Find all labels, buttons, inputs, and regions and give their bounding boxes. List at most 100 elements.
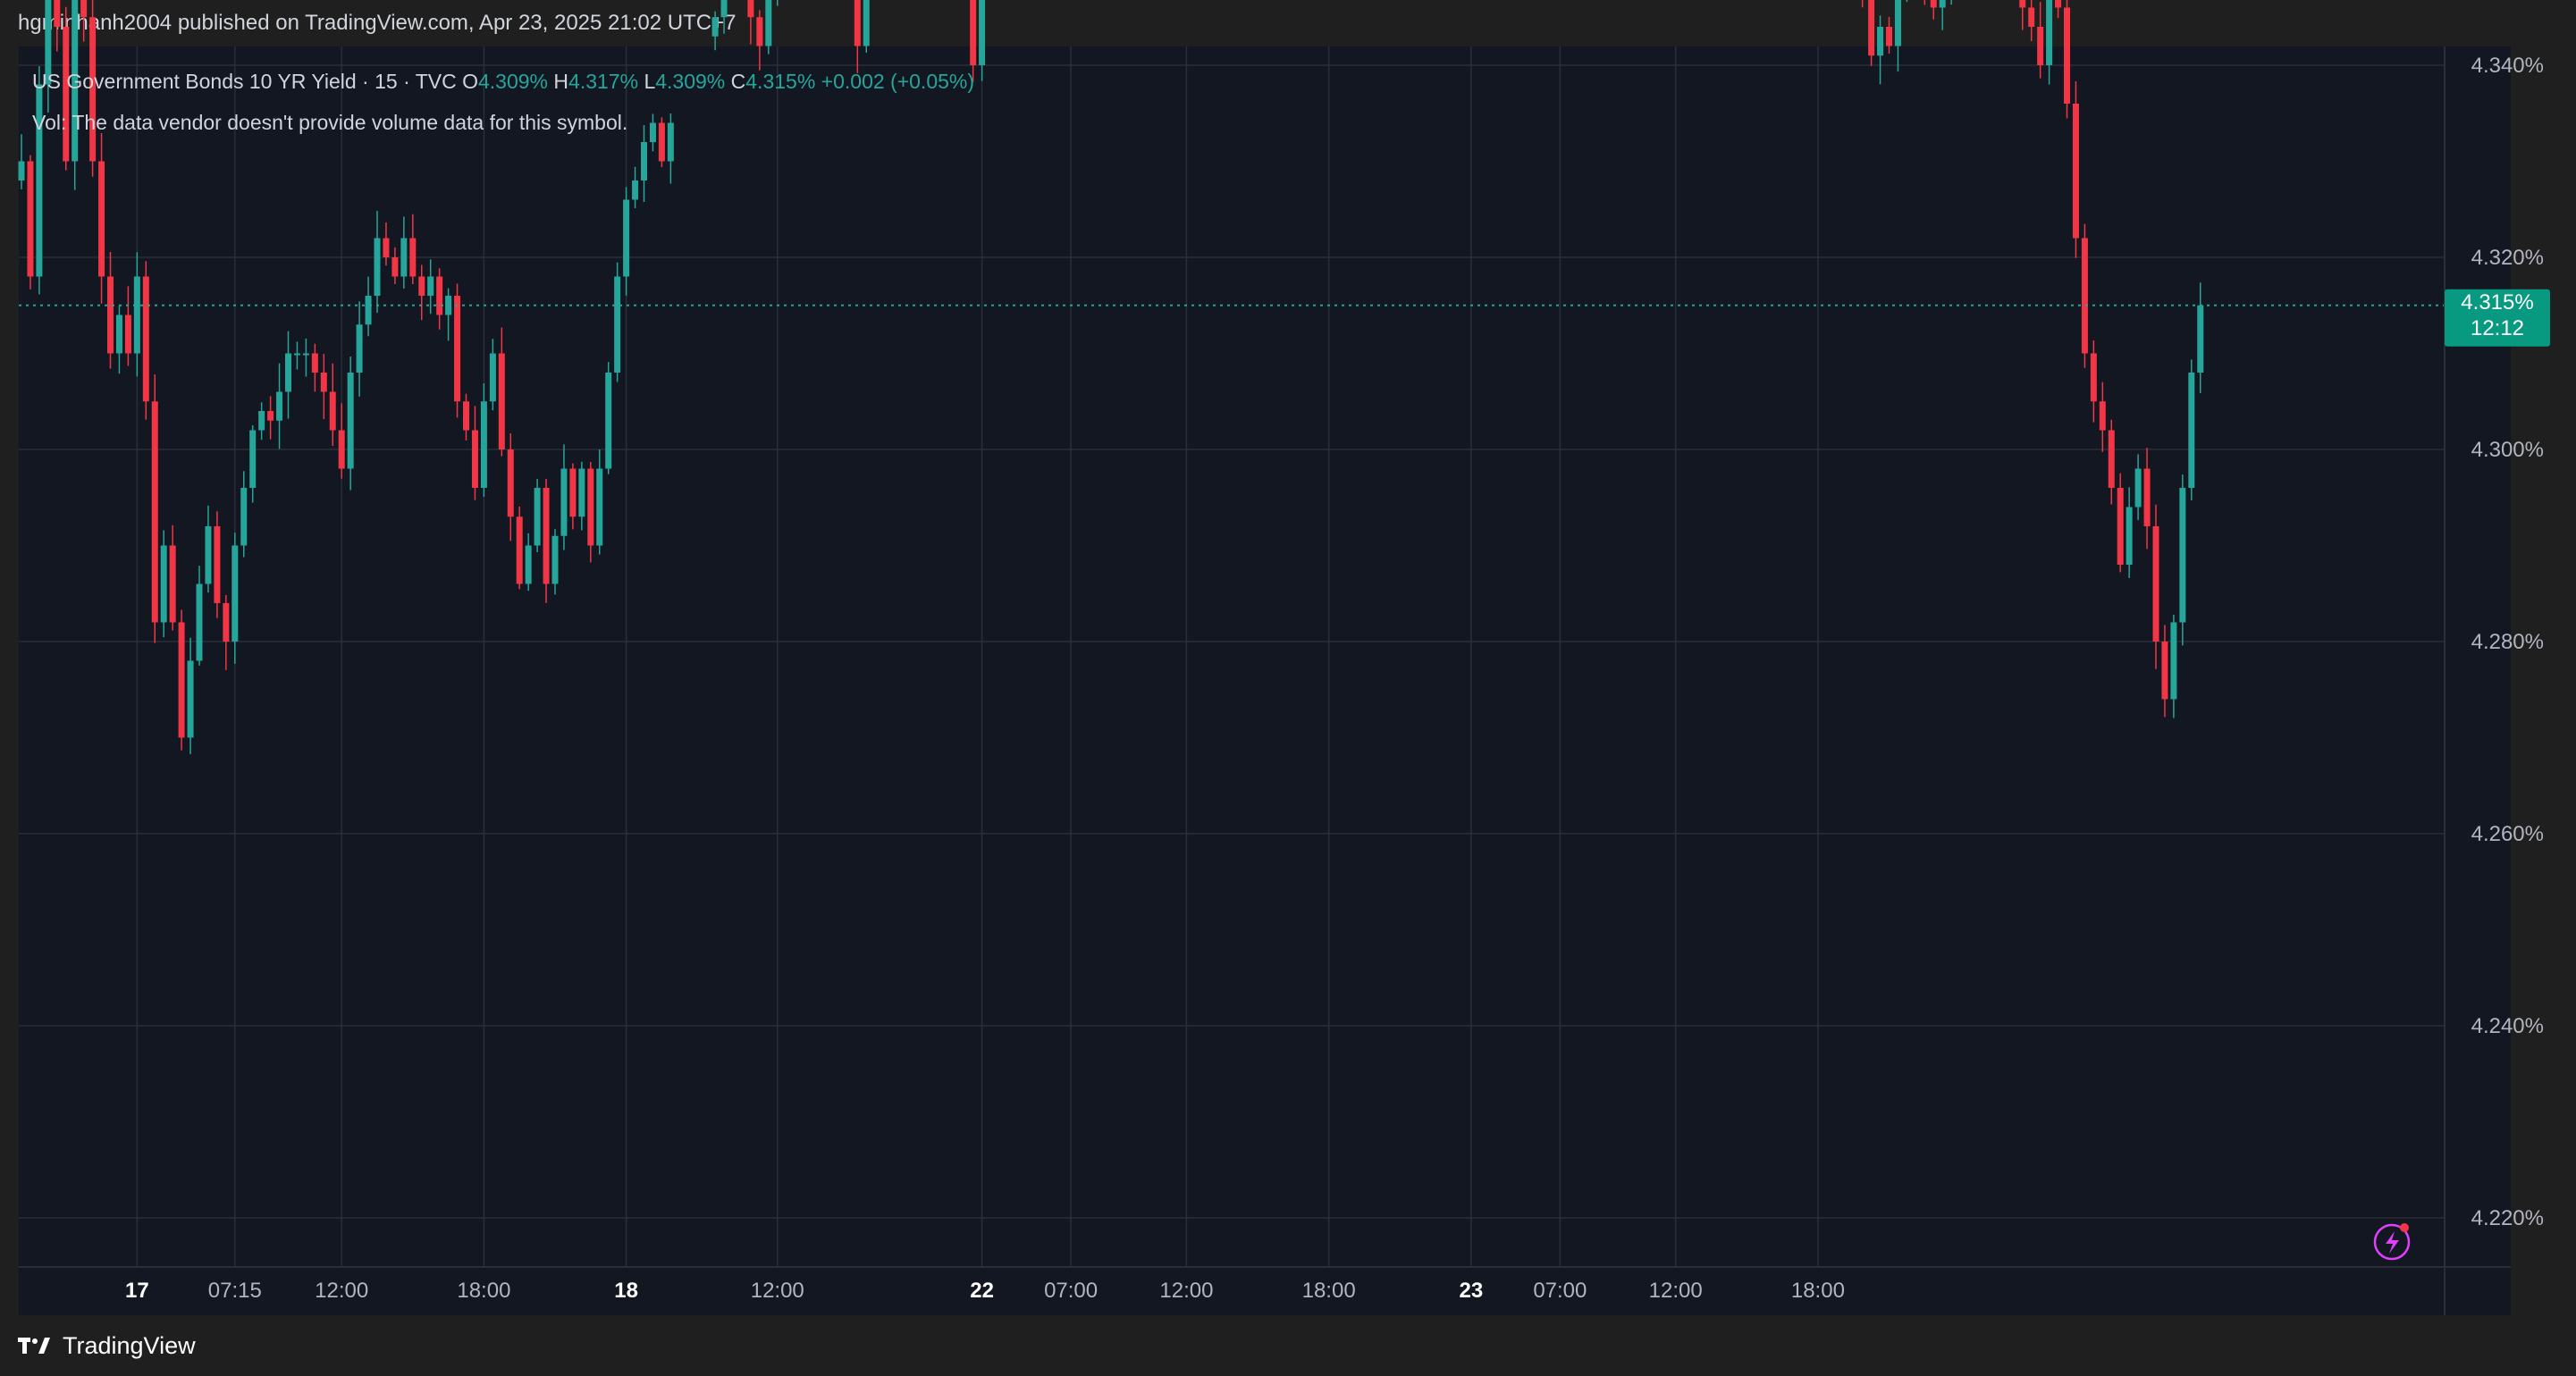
candle-body <box>400 238 408 277</box>
candle-body <box>596 468 603 546</box>
time-axis-tick-label: 07:00 <box>1533 1279 1587 1303</box>
candle-body <box>124 315 131 354</box>
chart-background <box>19 46 2511 1315</box>
candle-body <box>133 276 140 354</box>
candle <box>151 373 158 643</box>
candle-body <box>2028 7 2035 27</box>
candle-body <box>293 353 300 356</box>
legend-low-value: 4.309% <box>655 70 726 93</box>
candle-body <box>970 0 977 65</box>
price-chart[interactable]: 4.460%4.440%4.420%4.400%4.380%4.360%4.34… <box>0 0 2576 1376</box>
time-axis-tick-label: 23 <box>1459 1279 1483 1303</box>
candle <box>2117 473 2124 573</box>
candle-body <box>187 660 194 738</box>
candle-body <box>765 0 772 46</box>
candle-body <box>560 468 568 536</box>
candle-body <box>374 238 381 296</box>
candle-body <box>2055 0 2062 8</box>
candle-body <box>489 353 496 402</box>
candle <box>214 511 221 618</box>
candle-body <box>2161 642 2168 700</box>
candle <box>711 11 719 51</box>
candle <box>614 262 621 382</box>
candle <box>1939 0 1946 30</box>
candle-body <box>205 526 212 584</box>
candle-body <box>2188 373 2195 488</box>
candle-body <box>641 142 647 180</box>
candle <box>1924 0 1926 5</box>
legend-change: +0.002 (+0.05%) <box>821 70 975 93</box>
candle <box>516 506 523 590</box>
candle-body <box>2152 526 2159 642</box>
candle-body <box>2170 622 2177 700</box>
time-axis-tick-label: 12:00 <box>1649 1279 1703 1303</box>
candle-body <box>1886 27 1892 46</box>
price-axis-tick-label: 4.300% <box>2471 438 2544 462</box>
time-axis-tick-label: 07:00 <box>1044 1279 1098 1303</box>
candle-body <box>632 180 639 200</box>
candle <box>27 155 34 289</box>
legend-open-label: O <box>462 70 478 93</box>
candle-body <box>2197 305 2204 373</box>
price-axis-tick-label: 4.340% <box>2471 54 2544 78</box>
candle-body <box>756 17 763 46</box>
candle-body <box>534 488 541 546</box>
candle-body <box>267 411 274 421</box>
footer-brand[interactable]: TradingView <box>63 1332 196 1360</box>
candle-body <box>863 0 870 46</box>
candle-body <box>507 449 514 517</box>
candle <box>2019 0 2026 30</box>
candle-body <box>365 296 372 325</box>
candle-body <box>418 276 425 296</box>
time-axis-tick-label: 12:00 <box>751 1279 804 1303</box>
candle <box>54 0 61 52</box>
candle-body <box>525 545 532 584</box>
candle <box>720 0 728 34</box>
candle-body <box>18 161 25 180</box>
candle-body <box>587 468 594 546</box>
candle-body <box>409 238 417 277</box>
candle <box>2179 474 2186 646</box>
candle-body <box>454 296 461 402</box>
candle-body <box>276 391 283 421</box>
candle <box>605 362 612 474</box>
legend-high-label: H <box>553 70 569 93</box>
legend-symbol[interactable]: US Government Bonds 10 YR Yield · 15 · T… <box>32 70 457 93</box>
candle <box>534 478 541 552</box>
candle-body <box>320 373 327 392</box>
legend-volume-note: Vol: The data vendor doesn't provide vol… <box>32 111 628 134</box>
candle-body <box>2099 401 2106 431</box>
candle-body <box>623 199 630 277</box>
candle-body <box>383 238 390 257</box>
candle-body <box>223 603 230 642</box>
time-axis-tick-label: 12:00 <box>1159 1279 1213 1303</box>
candle-body <box>854 0 861 46</box>
candle-body <box>2126 507 2133 565</box>
candle-body <box>578 468 585 517</box>
legend-low-label: L <box>644 70 656 93</box>
legend-open-value: 4.309% <box>478 70 549 93</box>
tradingview-logo-icon[interactable] <box>18 1336 52 1355</box>
price-axis-tick-label: 4.220% <box>2471 1206 2544 1230</box>
candle-body <box>2134 468 2142 508</box>
price-tag-countdown: 12:12 <box>2471 316 2524 340</box>
candle-body <box>614 276 621 373</box>
candle <box>2055 0 2062 19</box>
candle-body <box>54 0 61 27</box>
candle-body <box>543 488 550 584</box>
candle <box>747 0 754 45</box>
candle-body <box>1939 0 1946 8</box>
candle <box>2028 0 2035 42</box>
candle <box>2081 223 2088 368</box>
time-axis-tick-label: 18:00 <box>1302 1279 1356 1303</box>
candle-body <box>338 430 345 469</box>
candle-body <box>27 161 34 277</box>
candle-body <box>1877 27 1884 56</box>
candle-body <box>80 0 88 18</box>
price-axis-tick-label: 4.320% <box>2471 246 2544 270</box>
candle-body <box>711 17 719 37</box>
candle <box>2072 80 2079 258</box>
price-axis-tick-label: 4.260% <box>2471 822 2544 846</box>
time-axis-tick-label: 18:00 <box>457 1279 510 1303</box>
candle-body <box>196 583 203 661</box>
